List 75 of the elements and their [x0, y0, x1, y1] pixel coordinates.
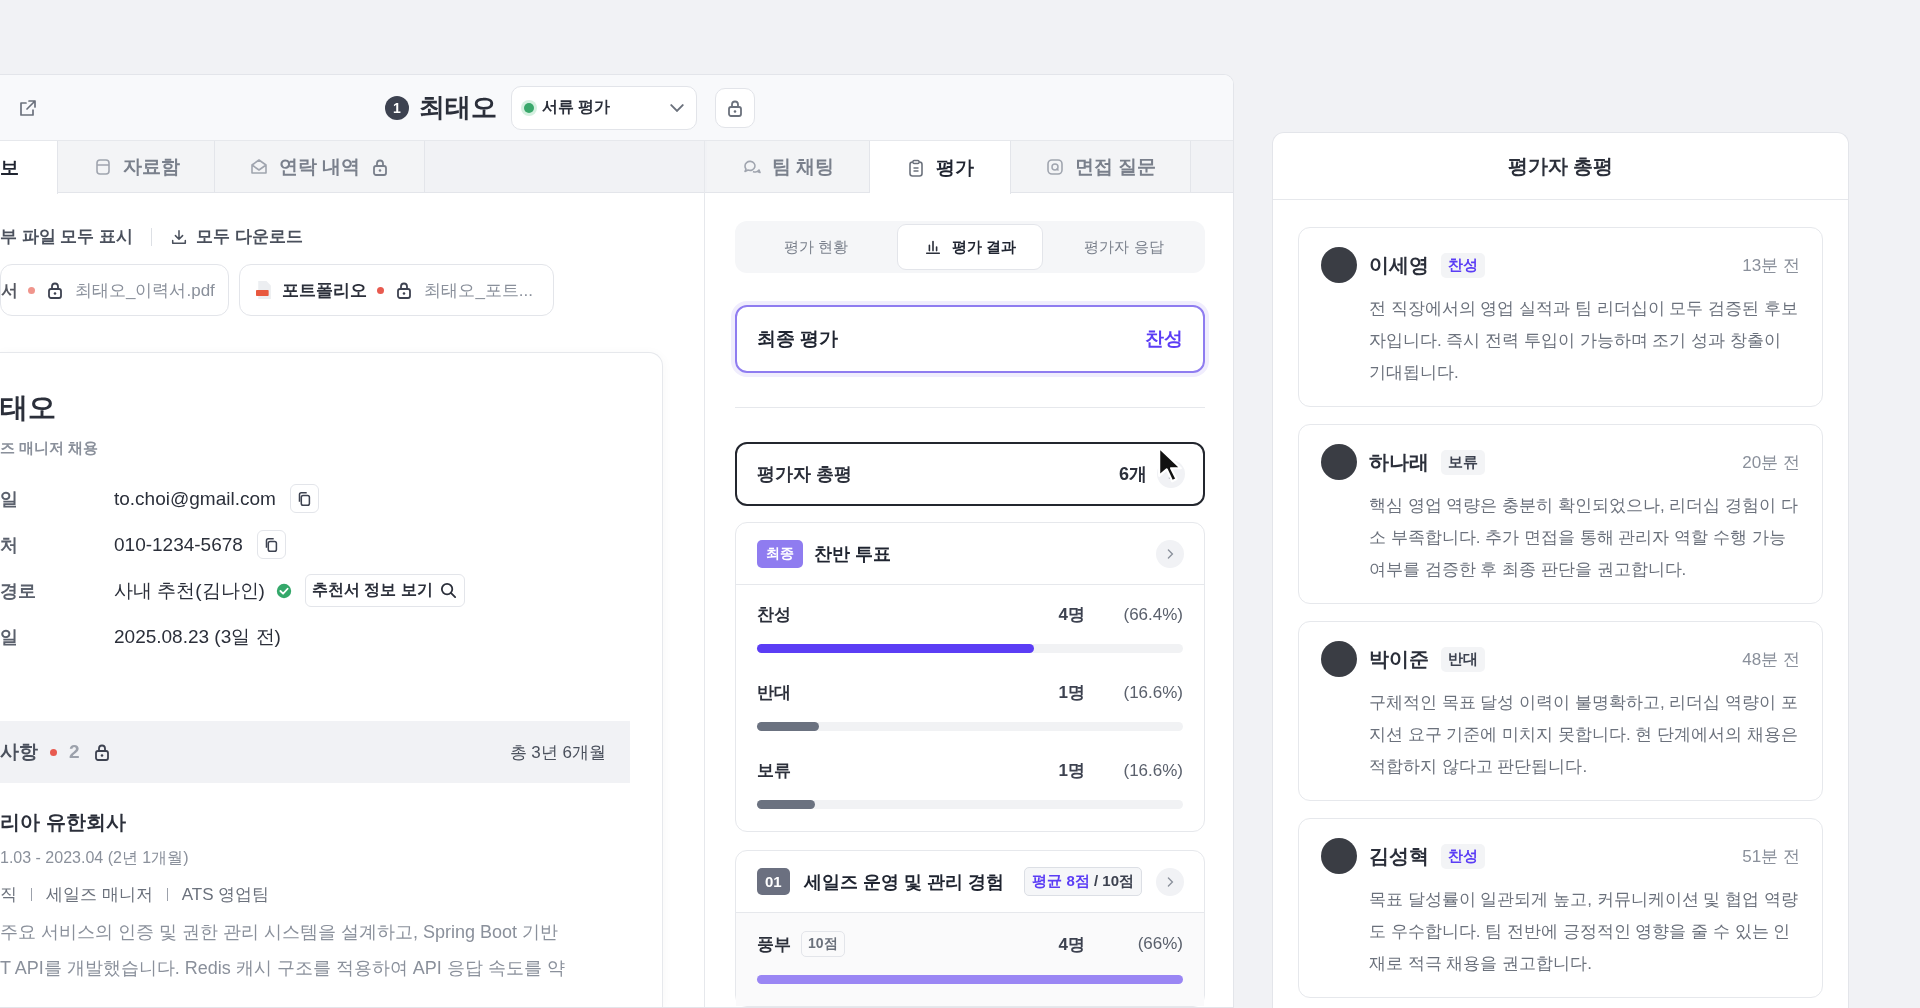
option-label: 풍부: [757, 933, 791, 956]
company-name: 리아 유한회사: [0, 810, 127, 835]
file-chip[interactable]: 서 최태오_이력서.pdf: [0, 264, 229, 316]
tab[interactable]: 평가: [870, 141, 1011, 194]
review-comment: 전 직장에서의 영업 실적과 팀 리더십이 모두 검증된 후보자입니다. 즉시 전력 투입이 가능하며 조기 성과 창출이 기대됩니다.: [1369, 298, 1799, 384]
verdict-tag: 찬성: [1441, 843, 1485, 869]
field-label: 경로: [0, 579, 37, 603]
field-value: 010-1234-5678: [114, 533, 243, 556]
panel-title: 평가자 총평: [1507, 153, 1614, 179]
verdict-tag: 찬성: [1441, 252, 1485, 278]
vote-count: 4명: [1058, 933, 1085, 956]
segment-tab[interactable]: 평가자 응답: [1051, 224, 1197, 270]
review-comment: 목표 달성률이 일관되게 높고, 커뮤니케이션 및 협업 역량도 우수합니다. 팀 전반에 긍정적인 영향을 줄 수 있는 인재로 적극 채용을 권고합니다.: [1369, 889, 1799, 975]
description-line: 주요 서비스의 인증 및 권한 관리 시스템을 설계하고, Spring Boot 기반: [0, 921, 560, 944]
review-time: 13분 전: [1742, 254, 1800, 277]
review-comment: 핵심 영업 역량은 충분히 확인되었으나, 리더십 경험이 다소 부족합니다. 추가 면접을 통해 관리자 역할 수행 가능 여부를 검증한 후 최종 판단을 권고합니다.: [1369, 495, 1799, 581]
field-label: 처: [0, 533, 19, 557]
option-label: 보류: [757, 760, 791, 782]
description-line: T API를 개발했습니다. Redis 캐시 구조를 적용하여 API 응답 속도를 약: [0, 957, 566, 980]
option-label: 반대: [757, 682, 791, 704]
vote-title: 찬반 투표: [814, 542, 892, 566]
file-type-label: 포트폴리오: [282, 279, 368, 302]
candidate-number-badge: 1: [385, 95, 409, 120]
vote-percent: (66.4%): [1122, 604, 1183, 625]
reviewer-summary-button[interactable]: 평가자 총평 6개: [735, 442, 1205, 506]
download-all-button[interactable]: 모두 다운로드: [170, 225, 303, 248]
review-comment: 구체적인 목표 달성 이력이 불명확하고, 리더십 역량이 포지션 요구 기준에 미치지 못합니다. 현 단계에서의 채용은 적합하지 않다고 판단됩니다.: [1369, 692, 1799, 778]
career-count: 2: [69, 741, 80, 763]
total-career: 총 3년 6개월: [509, 741, 606, 764]
field-value: 2025.08.23 (3일 전): [114, 624, 281, 649]
category-title: 세일즈 운영 및 관리 경험: [803, 870, 1005, 894]
vote-count: 1명: [1058, 760, 1085, 782]
vote-percent: (16.6%): [1122, 760, 1183, 781]
review-time: 51분 전: [1742, 845, 1800, 868]
file-type-label: 서: [1, 279, 18, 302]
candidate-name: 최태오: [419, 91, 497, 124]
job-detail: 세일즈 매니저: [46, 884, 153, 906]
candidate-name: 태오: [0, 391, 57, 425]
score-tag: 10점: [801, 931, 845, 957]
vote-count: 1명: [1058, 682, 1085, 704]
tab[interactable]: 보: [0, 141, 58, 194]
job-detail: ATS 영업팀: [181, 884, 270, 906]
vote-percent: (66%): [1136, 934, 1183, 954]
job-posting: 즈 매니저 채용: [0, 439, 100, 458]
final-evaluation-value: 찬성: [1145, 327, 1183, 351]
reviewer-name: 박이준: [1369, 646, 1429, 672]
view-referral-button[interactable]: 추천서 정보 보기: [304, 574, 465, 607]
final-tag: 최종: [757, 539, 803, 568]
file-chip[interactable]: 포트폴리오 최태오_포트...: [239, 264, 554, 316]
verdict-tag: 보류: [1441, 449, 1485, 475]
verdict-tag: 반대: [1441, 646, 1485, 672]
job-detail: 직: [0, 884, 17, 906]
category-number: 01: [757, 868, 790, 895]
field-label: 일: [0, 625, 19, 649]
vote-count: 4명: [1058, 604, 1085, 626]
field-label: 일: [0, 487, 19, 511]
section-title: 사항: [0, 740, 38, 764]
stage-dropdown[interactable]: 서류 평가: [511, 85, 697, 130]
vote-percent: (16.6%): [1122, 682, 1183, 703]
segment-tab[interactable]: 평가 결과: [897, 224, 1043, 270]
average-score: 평균 8점 / 10점: [1024, 867, 1142, 896]
review-time: 20분 전: [1742, 451, 1800, 474]
show-all-files-link[interactable]: 부 파일 모두 표시: [0, 225, 134, 248]
file-name: 최태오_포트...: [424, 279, 533, 302]
final-evaluation-label: 최종 평가: [757, 327, 839, 351]
employment-period: 1.03 - 2023.04 (2년 1개월): [0, 848, 190, 868]
reviewer-name: 김성혁: [1369, 843, 1429, 869]
file-name: 최태오_이력서.pdf: [75, 279, 215, 302]
field-value: to.choi@gmail.com: [114, 487, 276, 510]
segment-tab[interactable]: 평가 현황: [743, 224, 889, 270]
reviewer-name: 이세영: [1369, 252, 1429, 278]
field-value: 사내 추천(김나인): [114, 578, 265, 603]
option-label: 찬성: [757, 604, 791, 626]
review-time: 48분 전: [1742, 648, 1800, 671]
reviewer-name: 하나래: [1369, 449, 1429, 475]
